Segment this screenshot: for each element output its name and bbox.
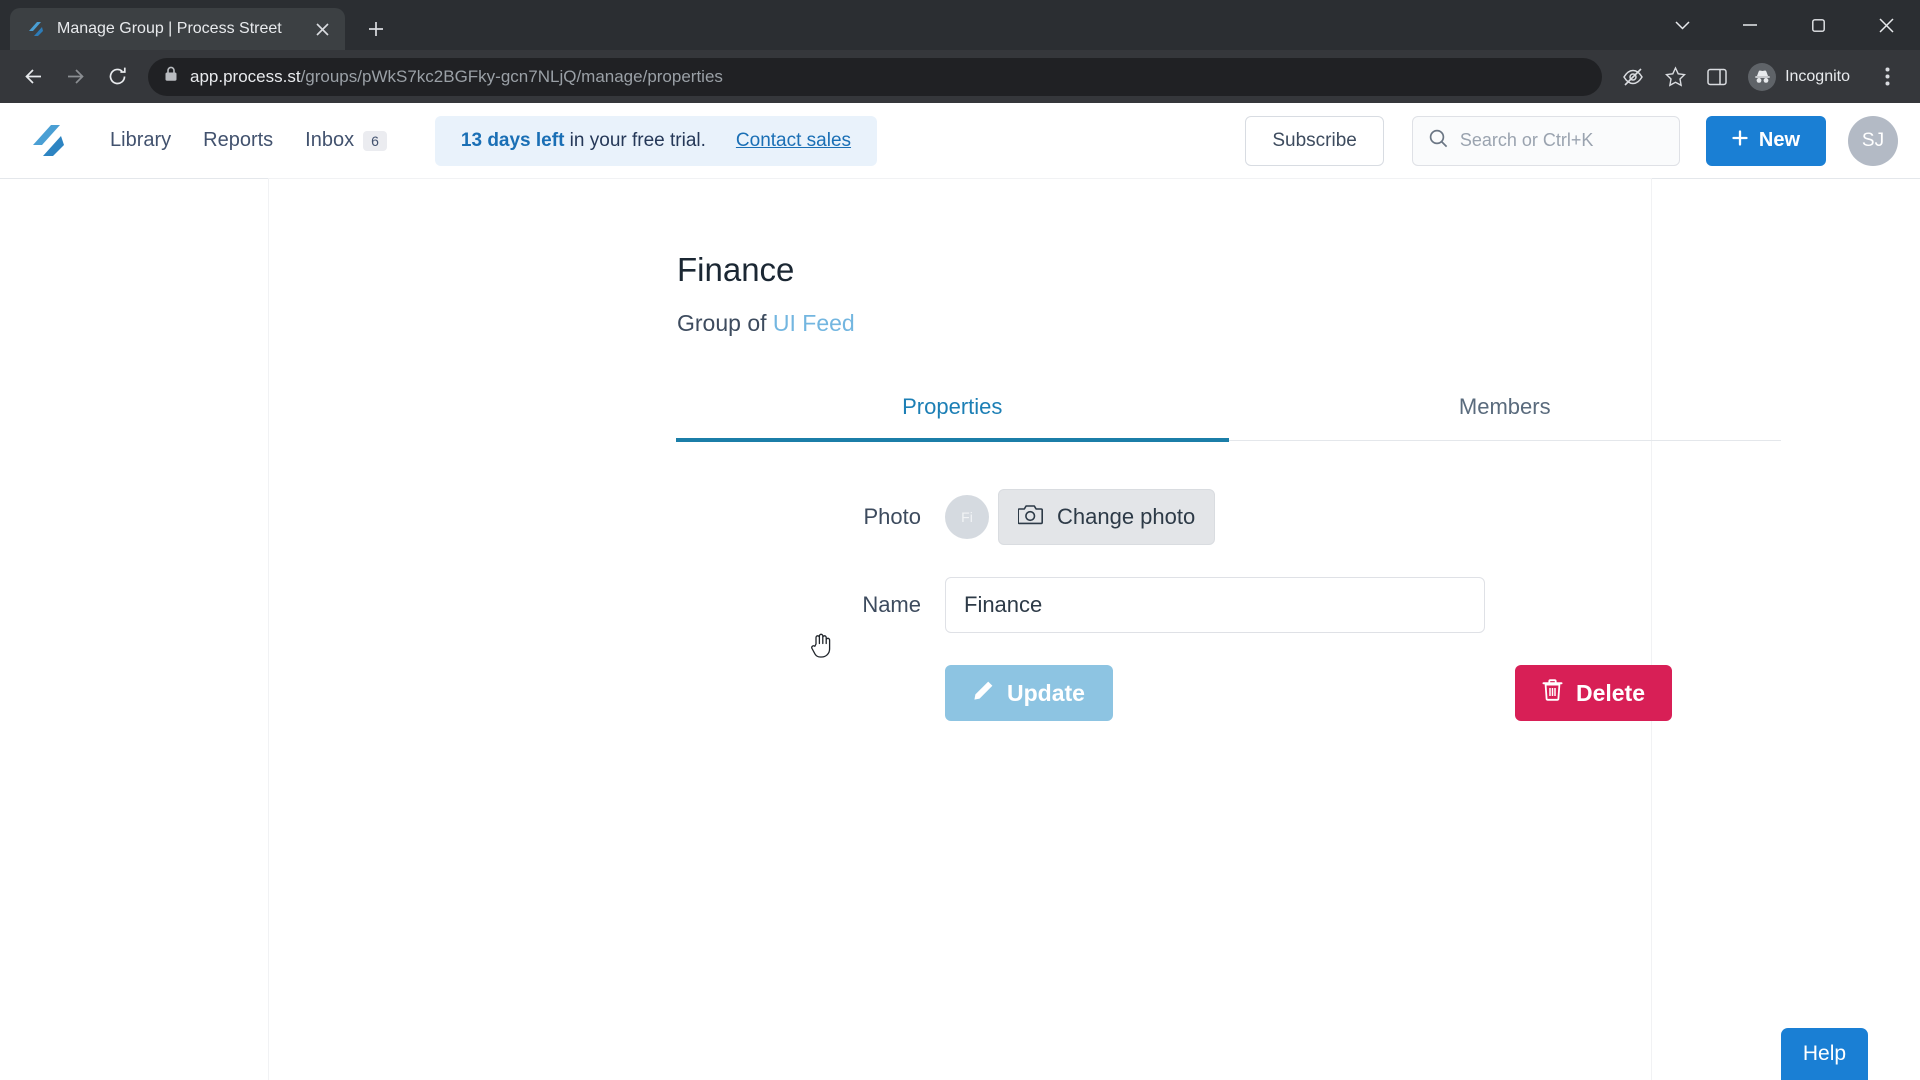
app-header: Library Reports Inbox 6 13 days left in … bbox=[0, 103, 1920, 179]
tab-properties[interactable]: Properties bbox=[676, 380, 1229, 442]
card-inner: Finance Group of UI Feed Properties Memb… bbox=[269, 179, 1781, 721]
process-street-logo-icon[interactable] bbox=[28, 119, 72, 163]
manage-group-card: Finance Group of UI Feed Properties Memb… bbox=[269, 179, 1781, 1080]
incognito-indicator[interactable]: Incognito bbox=[1740, 58, 1864, 96]
maximize-icon[interactable] bbox=[1784, 0, 1852, 50]
update-button-label: Update bbox=[1007, 679, 1085, 706]
update-button[interactable]: Update bbox=[945, 665, 1113, 721]
photo-row: Photo Fi Change photo bbox=[677, 489, 1651, 545]
url-path: /groups/pWkS7kc2BGFky-gcn7NLjQ/manage/pr… bbox=[300, 66, 723, 86]
name-field[interactable] bbox=[945, 577, 1485, 633]
incognito-hat-icon bbox=[1748, 62, 1777, 91]
browser-tab-strip: Manage Group | Process Street bbox=[0, 0, 1920, 50]
browser-window: Manage Group | Process Street app.proces… bbox=[0, 0, 1920, 1080]
content-area: Finance Group of UI Feed Properties Memb… bbox=[0, 179, 1920, 1080]
browser-tab[interactable]: Manage Group | Process Street bbox=[10, 8, 345, 50]
close-icon[interactable] bbox=[309, 16, 335, 42]
nav-item-library[interactable]: Library bbox=[94, 129, 187, 152]
plus-icon bbox=[1732, 129, 1748, 152]
delete-button[interactable]: Delete bbox=[1514, 665, 1672, 721]
window-controls bbox=[1648, 0, 1920, 50]
nav-item-inbox-label: Inbox bbox=[305, 129, 355, 151]
pencil-icon bbox=[973, 680, 994, 707]
change-photo-label: Change photo bbox=[1057, 504, 1196, 529]
search-icon bbox=[1429, 129, 1448, 153]
reload-icon[interactable] bbox=[98, 58, 136, 96]
page-viewport: Library Reports Inbox 6 13 days left in … bbox=[0, 103, 1920, 1080]
tab-members[interactable]: Members bbox=[1229, 380, 1782, 440]
trial-banner: 13 days left in your free trial. Contact… bbox=[434, 115, 878, 166]
url-domain: app.process.st bbox=[190, 66, 301, 86]
subscribe-button[interactable]: Subscribe bbox=[1245, 115, 1384, 166]
search-placeholder: Search or Ctrl+K bbox=[1459, 130, 1594, 150]
forward-arrow-icon[interactable] bbox=[56, 58, 94, 96]
incognito-label: Incognito bbox=[1785, 67, 1850, 85]
organization-link[interactable]: UI Feed bbox=[773, 310, 855, 336]
trial-text: 13 days left in your free trial. bbox=[461, 130, 706, 152]
address-bar[interactable]: app.process.st/groups/pWkS7kc2BGFky-gcn7… bbox=[148, 57, 1603, 96]
process-street-logo-icon bbox=[26, 19, 46, 39]
properties-form: Photo Fi Change photo Name Finance Updat… bbox=[677, 489, 1672, 721]
new-button-label: New bbox=[1758, 129, 1800, 151]
back-arrow-icon[interactable] bbox=[14, 58, 52, 96]
search-input[interactable]: Search or Ctrl+K bbox=[1411, 115, 1680, 166]
omnibox-actions: Incognito bbox=[1614, 58, 1906, 96]
page-title: Finance bbox=[677, 251, 795, 288]
group-subtitle-prefix: Group of bbox=[677, 310, 773, 336]
contact-sales-link[interactable]: Contact sales bbox=[736, 130, 851, 152]
new-tab-button[interactable] bbox=[359, 12, 393, 46]
nav-item-inbox[interactable]: Inbox 6 bbox=[289, 129, 403, 152]
change-photo-button[interactable]: Change photo bbox=[998, 489, 1216, 545]
new-button[interactable]: New bbox=[1705, 115, 1826, 166]
chevron-down-icon[interactable] bbox=[1648, 0, 1716, 50]
nav-item-reports[interactable]: Reports bbox=[187, 129, 289, 152]
group-avatar: Fi bbox=[945, 495, 989, 539]
minimize-icon[interactable] bbox=[1716, 0, 1784, 50]
avatar[interactable]: SJ bbox=[1848, 115, 1898, 166]
trash-icon bbox=[1542, 679, 1563, 707]
name-row: Name bbox=[677, 577, 1651, 633]
camera-icon bbox=[1017, 503, 1043, 531]
inbox-count-badge: 6 bbox=[363, 130, 387, 151]
delete-button-label: Delete bbox=[1575, 679, 1645, 706]
lock-icon bbox=[164, 66, 178, 87]
close-icon[interactable] bbox=[1852, 0, 1920, 50]
browser-tab-title: Manage Group | Process Street bbox=[57, 20, 282, 37]
trial-days-left: 13 days left bbox=[460, 129, 565, 151]
star-icon[interactable] bbox=[1656, 58, 1694, 96]
group-subtitle: Group of UI Feed bbox=[677, 310, 1651, 337]
name-label: Name bbox=[862, 592, 921, 617]
browser-toolbar: app.process.st/groups/pWkS7kc2BGFky-gcn7… bbox=[0, 50, 1920, 103]
form-actions: Update Delete bbox=[677, 665, 1782, 721]
eye-crossed-icon[interactable] bbox=[1614, 58, 1652, 96]
trial-rest: in your free trial. bbox=[564, 129, 706, 151]
address-bar-text: app.process.st/groups/pWkS7kc2BGFky-gcn7… bbox=[190, 67, 723, 87]
tab-bar: Properties Members bbox=[676, 380, 1782, 442]
side-panel-icon[interactable] bbox=[1698, 58, 1736, 96]
help-button[interactable]: Help bbox=[1781, 1028, 1868, 1080]
primary-nav: Library Reports Inbox 6 bbox=[94, 129, 403, 152]
kebab-menu-icon[interactable] bbox=[1868, 58, 1906, 96]
photo-label: Photo bbox=[863, 504, 922, 529]
